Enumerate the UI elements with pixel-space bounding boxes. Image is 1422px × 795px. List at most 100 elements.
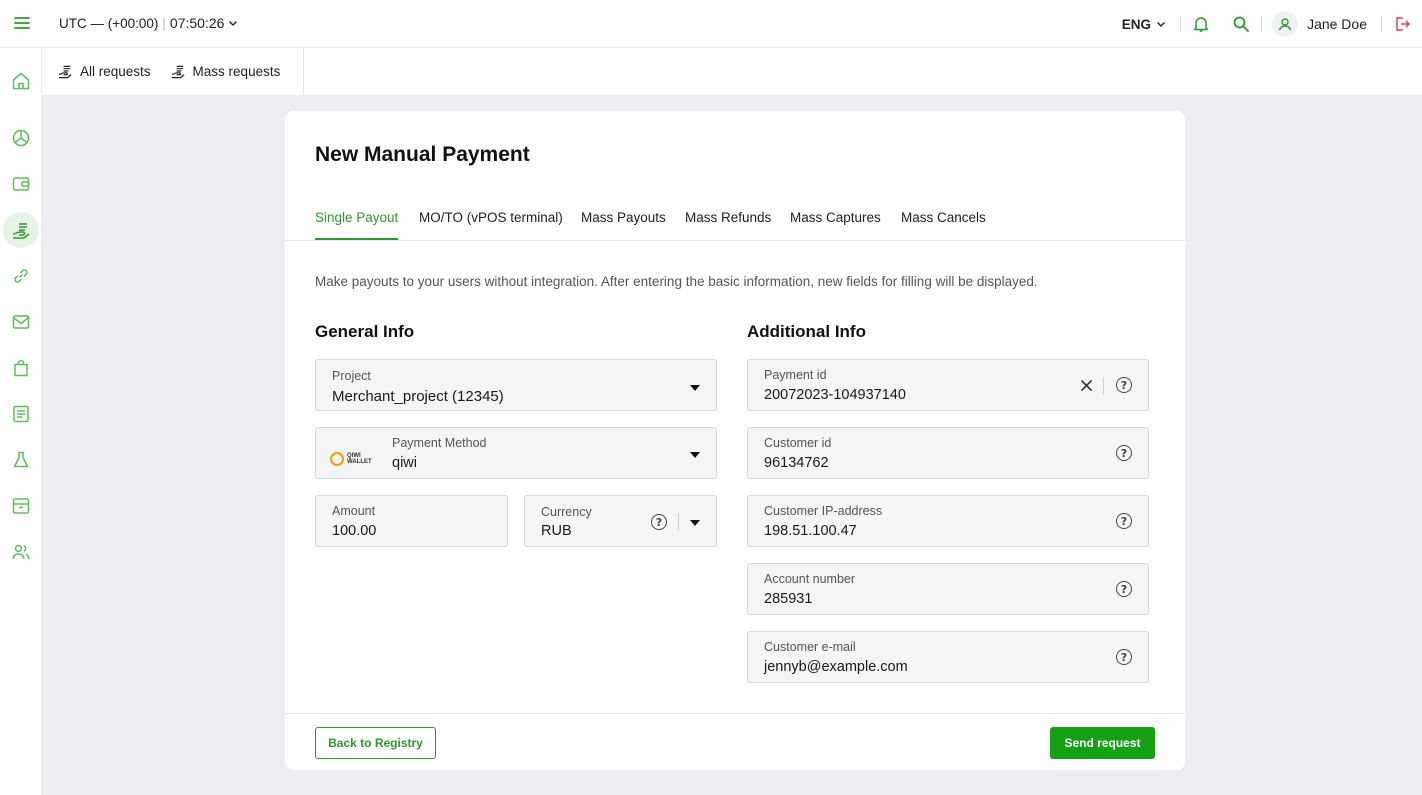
help-icon[interactable]: ? (1116, 649, 1132, 665)
field-value: Merchant_project (12345) (332, 388, 504, 405)
user-name: Jane Doe (1307, 16, 1367, 32)
field-value: 20072023-104937140 (764, 387, 906, 403)
chevron-down-icon (229, 21, 238, 26)
sidebar-item-home[interactable] (3, 63, 39, 99)
top-bar: UTC — (+00:00) | 07:50:26 ENG Jane Doe (0, 0, 1422, 48)
pie-chart-icon (12, 129, 30, 147)
sidebar-item-analytics[interactable] (3, 120, 39, 156)
users-icon (12, 544, 30, 560)
payment-id-input[interactable]: Payment id 20072023-104937140 ? (747, 359, 1149, 411)
field-label: Customer id (764, 436, 832, 450)
field-value: 96134762 (764, 455, 829, 471)
field-value: jennyb@example.com (764, 659, 908, 675)
customer-id-input[interactable]: Customer id 96134762 ? (747, 427, 1149, 479)
account-number-input[interactable]: Account number 285931 ? (747, 563, 1149, 615)
subnav-mass-requests[interactable]: Mass requests (171, 64, 281, 79)
requests-icon (58, 65, 72, 79)
search-icon (1233, 16, 1249, 32)
user-menu[interactable]: Jane Doe (1272, 11, 1367, 37)
divider (678, 513, 679, 531)
tab-mass-refunds[interactable]: Mass Refunds (685, 210, 771, 240)
divider (1103, 377, 1104, 395)
field-label: Project (332, 369, 371, 383)
language-label: ENG (1121, 16, 1152, 32)
caret-down-icon (690, 452, 700, 458)
mail-icon (12, 315, 30, 329)
sidebar-item-lab[interactable] (3, 442, 39, 478)
help-icon[interactable]: ? (1116, 377, 1132, 393)
sidebar-item-mail[interactable] (3, 304, 39, 340)
tab-mass-captures[interactable]: Mass Captures (790, 210, 881, 240)
caret-down-icon (690, 520, 700, 526)
payouts-icon (12, 223, 30, 239)
sidebar (0, 48, 42, 795)
description-text: Make payouts to your users without integ… (315, 274, 1038, 289)
payment-method-select[interactable]: QIWI WALLET Payment Method qiwi (315, 427, 717, 479)
home-icon (12, 72, 30, 90)
sidebar-item-users[interactable] (3, 534, 39, 570)
help-icon[interactable]: ? (1116, 445, 1132, 461)
notifications-button[interactable] (1181, 0, 1221, 48)
payment-card: New Manual Payment Single Payout MO/TO (… (285, 111, 1185, 770)
sidebar-item-wallet[interactable] (3, 166, 39, 202)
customer-ip-input[interactable]: Customer IP-address 198.51.100.47 ? (747, 495, 1149, 547)
sidebar-item-documents[interactable] (3, 396, 39, 432)
divider (1261, 16, 1263, 32)
subnav-label: Mass requests (192, 64, 281, 79)
card-footer: Back to Registry Send request (285, 713, 1185, 770)
field-label: Currency (541, 505, 592, 519)
link-icon (14, 269, 28, 283)
avatar (1272, 11, 1299, 37)
logout-button[interactable] (1382, 0, 1422, 48)
customer-email-input[interactable]: Customer e-mail jennyb@example.com ? (747, 631, 1149, 683)
field-label: Payment Method (392, 436, 487, 450)
clock-time: 07:50:26 (169, 15, 225, 31)
sidebar-item-archive[interactable] (3, 488, 39, 524)
subnav-label: All requests (80, 64, 151, 79)
tab-mass-cancels[interactable]: Mass Cancels (901, 210, 986, 240)
timezone-selector[interactable]: UTC — (+00:00) | 07:50:26 (59, 15, 238, 31)
field-value: 285931 (764, 591, 813, 607)
field-label: Account number (764, 572, 856, 586)
sidebar-item-links[interactable] (3, 258, 39, 294)
qiwi-logo: QIWI WALLET (330, 452, 373, 466)
bell-icon (1193, 17, 1209, 32)
logout-icon (1396, 17, 1410, 31)
mass-requests-icon (171, 65, 185, 79)
divider: | (162, 15, 166, 31)
archive-icon (12, 498, 30, 514)
currency-select[interactable]: Currency RUB ? (524, 495, 717, 547)
search-button[interactable] (1221, 0, 1261, 48)
caret-down-icon (690, 385, 700, 391)
sidebar-item-shop[interactable] (3, 350, 39, 386)
language-selector[interactable]: ENG (1122, 17, 1166, 32)
user-icon (1278, 18, 1292, 31)
field-label: Customer e-mail (764, 640, 856, 654)
field-label: Customer IP-address (764, 504, 883, 518)
help-icon[interactable]: ? (1116, 581, 1132, 597)
flask-icon (13, 451, 29, 468)
chevron-down-icon (1157, 22, 1166, 27)
tab-mass-payouts[interactable]: Mass Payouts (581, 210, 666, 240)
amount-input[interactable]: Amount 100.00 (315, 495, 508, 547)
menu-icon[interactable] (12, 13, 32, 33)
tab-moto[interactable]: MO/TO (vPOS terminal) (419, 210, 563, 240)
send-request-button[interactable]: Send request (1050, 727, 1155, 759)
clear-icon[interactable] (1080, 379, 1093, 392)
additional-info-title: Additional Info (747, 322, 866, 341)
help-icon[interactable]: ? (651, 514, 667, 530)
general-info-title: General Info (315, 322, 415, 341)
help-icon[interactable]: ? (1116, 513, 1132, 529)
back-to-registry-button[interactable]: Back to Registry (315, 727, 436, 759)
sub-navigation: All requests Mass requests (42, 48, 1422, 95)
wallet-icon (12, 177, 30, 191)
shopping-bag-icon (14, 359, 28, 377)
subnav-all-requests[interactable]: All requests (58, 64, 151, 79)
tab-single-payout[interactable]: Single Payout (315, 210, 399, 240)
project-select[interactable]: Project Merchant_project (12345) (315, 359, 717, 411)
timezone-label: UTC — (+00:00) (59, 15, 159, 31)
sidebar-item-payouts[interactable] (3, 212, 39, 248)
field-label: Amount (332, 504, 376, 518)
field-value: 100.00 (332, 523, 377, 539)
page-title: New Manual Payment (315, 143, 530, 166)
